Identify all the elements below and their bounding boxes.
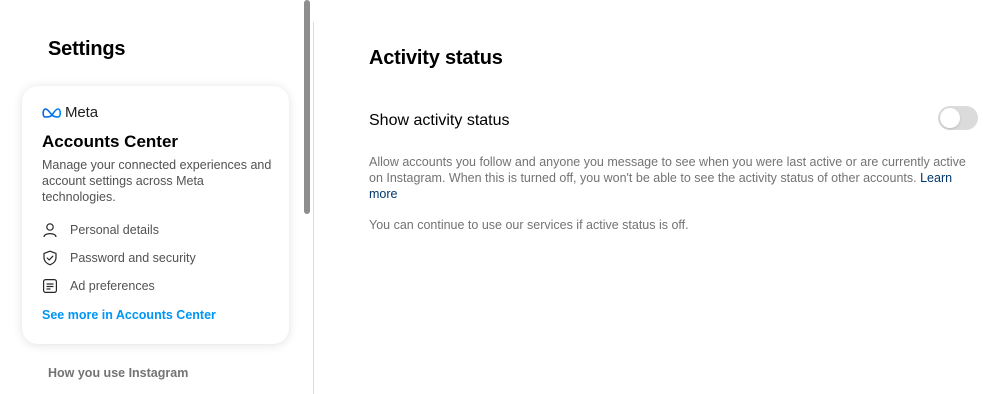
meta-logo: Meta [42, 104, 98, 121]
accounts-center-title: Accounts Center [42, 132, 179, 151]
sidebar-scrollbar-thumb[interactable] [304, 0, 310, 214]
show-activity-status-label: Show activity status [369, 112, 510, 129]
section-heading-how-you-use: How you use Instagram [48, 366, 189, 380]
accounts-center-description: Manage your connected experiences and ac… [42, 158, 272, 204]
person-icon [42, 222, 58, 238]
show-activity-status-toggle[interactable] [938, 106, 978, 130]
personal-details-link[interactable]: Personal details [42, 222, 159, 238]
activity-status-panel: Activity status Show activity status All… [314, 0, 1005, 394]
password-security-label: Password and security [70, 251, 196, 265]
settings-sidebar: Settings Meta Accounts Center Manage you… [0, 0, 313, 394]
description-text: Allow accounts you follow and anyone you… [369, 155, 966, 185]
ad-preferences-label: Ad preferences [70, 279, 155, 293]
page-title: Activity status [369, 47, 503, 69]
ad-preferences-link[interactable]: Ad preferences [42, 278, 155, 294]
activity-status-note: You can continue to use our services if … [369, 218, 689, 232]
password-security-link[interactable]: Password and security [42, 250, 196, 266]
accounts-center-card[interactable]: Meta Accounts Center Manage your connect… [22, 86, 289, 344]
meta-infinity-icon [42, 107, 62, 118]
activity-status-description: Allow accounts you follow and anyone you… [369, 154, 981, 202]
personal-details-label: Personal details [70, 223, 159, 237]
settings-page: Settings Meta Accounts Center Manage you… [0, 0, 1005, 394]
ad-preferences-icon [42, 278, 58, 294]
see-more-accounts-center-link[interactable]: See more in Accounts Center [42, 308, 216, 322]
shield-check-icon [42, 250, 58, 266]
meta-logo-text: Meta [65, 104, 98, 121]
sidebar-title: Settings [48, 38, 126, 60]
toggle-knob [940, 108, 960, 128]
